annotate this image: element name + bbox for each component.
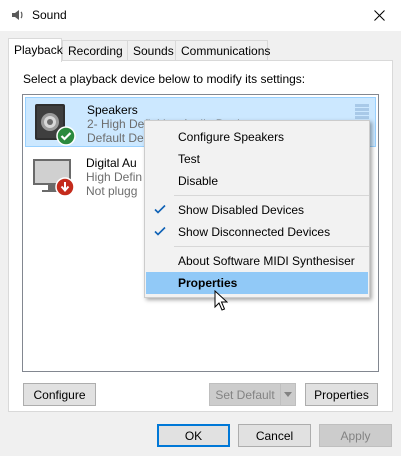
context-menu: Configure Speakers Test Disable Show Dis… bbox=[144, 120, 370, 298]
menu-item-show-disabled-devices[interactable]: Show Disabled Devices bbox=[146, 199, 368, 221]
menu-item-test[interactable]: Test bbox=[146, 148, 368, 170]
apply-button[interactable]: Apply bbox=[319, 424, 392, 447]
button-label: Configure bbox=[33, 387, 86, 402]
menu-item-configure-speakers[interactable]: Configure Speakers bbox=[146, 126, 368, 148]
chevron-down-icon bbox=[284, 392, 292, 397]
close-icon bbox=[373, 10, 385, 21]
menu-item-properties[interactable]: Properties bbox=[146, 272, 368, 294]
ok-button[interactable]: OK bbox=[157, 424, 230, 447]
set-default-button[interactable]: Set Default bbox=[209, 383, 281, 406]
tab-label: Sounds bbox=[133, 44, 174, 58]
menu-item-label: Show Disconnected Devices bbox=[178, 225, 331, 239]
tab-label: Recording bbox=[68, 44, 123, 58]
button-label: OK bbox=[184, 428, 203, 443]
menu-separator bbox=[174, 195, 369, 196]
checkmark-icon bbox=[154, 226, 166, 236]
button-label: Cancel bbox=[255, 428, 294, 443]
menu-item-label: Disable bbox=[178, 174, 219, 188]
menu-item-label: Configure Speakers bbox=[178, 130, 285, 144]
speaker-icon bbox=[35, 104, 76, 146]
menu-item-label: Properties bbox=[178, 276, 238, 290]
properties-button[interactable]: Properties bbox=[305, 383, 378, 406]
device-status: Not plugg bbox=[86, 184, 138, 198]
menu-item-show-disconnected-devices[interactable]: Show Disconnected Devices bbox=[146, 221, 368, 243]
window-title: Sound bbox=[32, 8, 67, 22]
set-default-dropdown-button[interactable] bbox=[280, 383, 296, 406]
tab-communications[interactable]: Communications bbox=[175, 40, 271, 60]
device-name: Speakers bbox=[87, 103, 138, 117]
menu-separator bbox=[174, 246, 369, 247]
checkmark-icon bbox=[154, 204, 166, 214]
cancel-button[interactable]: Cancel bbox=[238, 424, 311, 447]
menu-item-label: Test bbox=[178, 152, 201, 166]
tab-label: Playback bbox=[14, 43, 63, 57]
configure-button[interactable]: Configure bbox=[23, 383, 96, 406]
tab-label: Communications bbox=[181, 44, 271, 58]
menu-item-disable[interactable]: Disable bbox=[146, 170, 368, 192]
device-status: Default De bbox=[87, 131, 144, 145]
tab-sounds[interactable]: Sounds bbox=[127, 40, 176, 60]
speaker-icon bbox=[12, 10, 23, 20]
monitor-icon bbox=[33, 159, 75, 197]
device-description: High Defin bbox=[86, 170, 143, 184]
close-button[interactable] bbox=[357, 0, 401, 31]
instruction-text: Select a playback device below to modify… bbox=[23, 72, 306, 86]
button-label: Properties bbox=[314, 387, 369, 402]
mouse-cursor-icon bbox=[214, 290, 228, 311]
menu-item-about-midi[interactable]: About Software MIDI Synthesiser bbox=[146, 250, 368, 272]
menu-item-label: Show Disabled Devices bbox=[178, 203, 305, 217]
title-bar: Sound bbox=[0, 0, 401, 31]
button-label: Apply bbox=[340, 428, 371, 443]
tab-recording[interactable]: Recording bbox=[62, 40, 128, 60]
device-name: Digital Au bbox=[86, 156, 137, 170]
tab-playback[interactable]: Playback bbox=[8, 38, 63, 62]
button-label: Set Default bbox=[215, 387, 275, 402]
menu-item-label: About Software MIDI Synthesiser bbox=[178, 254, 355, 268]
